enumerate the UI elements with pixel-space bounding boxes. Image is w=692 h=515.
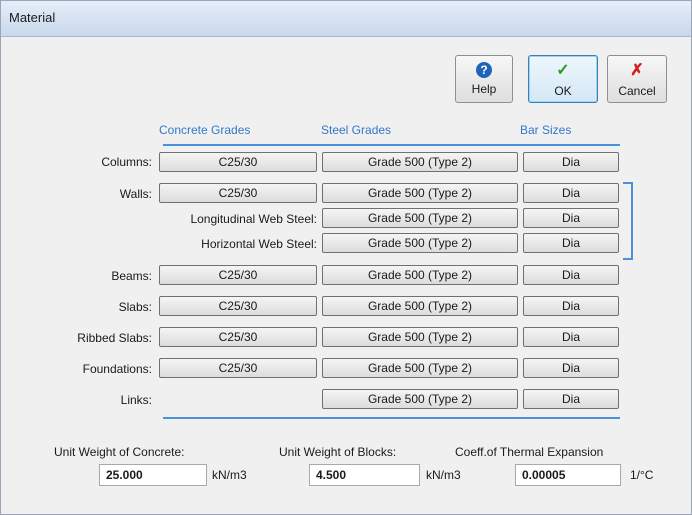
- help-button-label: Help: [471, 82, 497, 96]
- ok-button-label: OK: [554, 84, 572, 98]
- ribbed-concrete-button[interactable]: C25/30: [159, 327, 317, 347]
- walls-steel-button[interactable]: Grade 500 (Type 2): [322, 183, 518, 203]
- walls-label: Walls:: [119, 187, 152, 201]
- footer-divider: [163, 417, 620, 419]
- columns-label: Columns:: [101, 155, 152, 169]
- concrete-weight-input[interactable]: 25.000: [99, 464, 207, 486]
- foundations-bar-button[interactable]: Dia: [523, 358, 619, 378]
- ok-button[interactable]: ✓ OK: [528, 55, 598, 103]
- columns-concrete-button[interactable]: C25/30: [159, 152, 317, 172]
- beams-steel-button[interactable]: Grade 500 (Type 2): [322, 265, 518, 285]
- links-label: Links:: [120, 393, 152, 407]
- foundations-label: Foundations:: [82, 362, 152, 376]
- help-icon: ?: [476, 62, 492, 78]
- beams-bar-button[interactable]: Dia: [523, 265, 619, 285]
- blocks-weight-label: Unit Weight of Blocks:: [279, 445, 397, 459]
- slabs-concrete-button[interactable]: C25/30: [159, 296, 317, 316]
- walls-group-bracket: [623, 182, 633, 260]
- cancel-button[interactable]: ✗ Cancel: [607, 55, 667, 103]
- links-steel-button[interactable]: Grade 500 (Type 2): [322, 389, 518, 409]
- links-bar-button[interactable]: Dia: [523, 389, 619, 409]
- concrete-weight-unit: kN/m3: [212, 468, 247, 482]
- cancel-button-label: Cancel: [618, 84, 656, 98]
- concrete-grades-header: Concrete Grades: [159, 123, 251, 137]
- slabs-bar-button[interactable]: Dia: [523, 296, 619, 316]
- ribbed-bar-button[interactable]: Dia: [523, 327, 619, 347]
- blocks-weight-input[interactable]: 4.500: [309, 464, 420, 486]
- long-web-steel-button[interactable]: Grade 500 (Type 2): [322, 208, 518, 228]
- columns-steel-button[interactable]: Grade 500 (Type 2): [322, 152, 518, 172]
- thermal-expansion-unit: 1/°C: [630, 468, 654, 482]
- bar-sizes-header: Bar Sizes: [520, 123, 572, 137]
- horiz-web-steel-button[interactable]: Grade 500 (Type 2): [322, 233, 518, 253]
- beams-concrete-button[interactable]: C25/30: [159, 265, 317, 285]
- slabs-steel-button[interactable]: Grade 500 (Type 2): [322, 296, 518, 316]
- long-web-bar-button[interactable]: Dia: [523, 208, 619, 228]
- check-icon: ✓: [556, 62, 570, 79]
- title-bar: Material: [1, 1, 691, 37]
- help-button[interactable]: ? Help: [455, 55, 513, 103]
- concrete-weight-label: Unit Weight of Concrete:: [54, 445, 185, 459]
- foundations-concrete-button[interactable]: C25/30: [159, 358, 317, 378]
- horiz-web-bar-button[interactable]: Dia: [523, 233, 619, 253]
- ribbed-steel-button[interactable]: Grade 500 (Type 2): [322, 327, 518, 347]
- horizontal-web-steel-label: Horizontal Web Steel:: [201, 237, 317, 251]
- blocks-weight-unit: kN/m3: [426, 468, 461, 482]
- walls-bar-button[interactable]: Dia: [523, 183, 619, 203]
- columns-bar-button[interactable]: Dia: [523, 152, 619, 172]
- material-dialog: Material ? Help ✓ OK ✗ Cancel Concrete G…: [0, 0, 692, 515]
- header-divider: [163, 144, 620, 146]
- longitudinal-web-steel-label: Longitudinal Web Steel:: [190, 212, 317, 226]
- thermal-expansion-label: Coeff.of Thermal Expansion: [455, 445, 604, 459]
- foundations-steel-button[interactable]: Grade 500 (Type 2): [322, 358, 518, 378]
- steel-grades-header: Steel Grades: [321, 123, 392, 137]
- slabs-label: Slabs:: [118, 300, 152, 314]
- thermal-expansion-input[interactable]: 0.00005: [515, 464, 621, 486]
- ribbed-slabs-label: Ribbed Slabs:: [77, 331, 152, 345]
- dialog-body: ? Help ✓ OK ✗ Cancel Concrete Grades Ste…: [6, 37, 686, 511]
- beams-label: Beams:: [111, 269, 152, 283]
- cancel-icon: ✗: [630, 62, 644, 79]
- walls-concrete-button[interactable]: C25/30: [159, 183, 317, 203]
- window-title: Material: [9, 10, 56, 25]
